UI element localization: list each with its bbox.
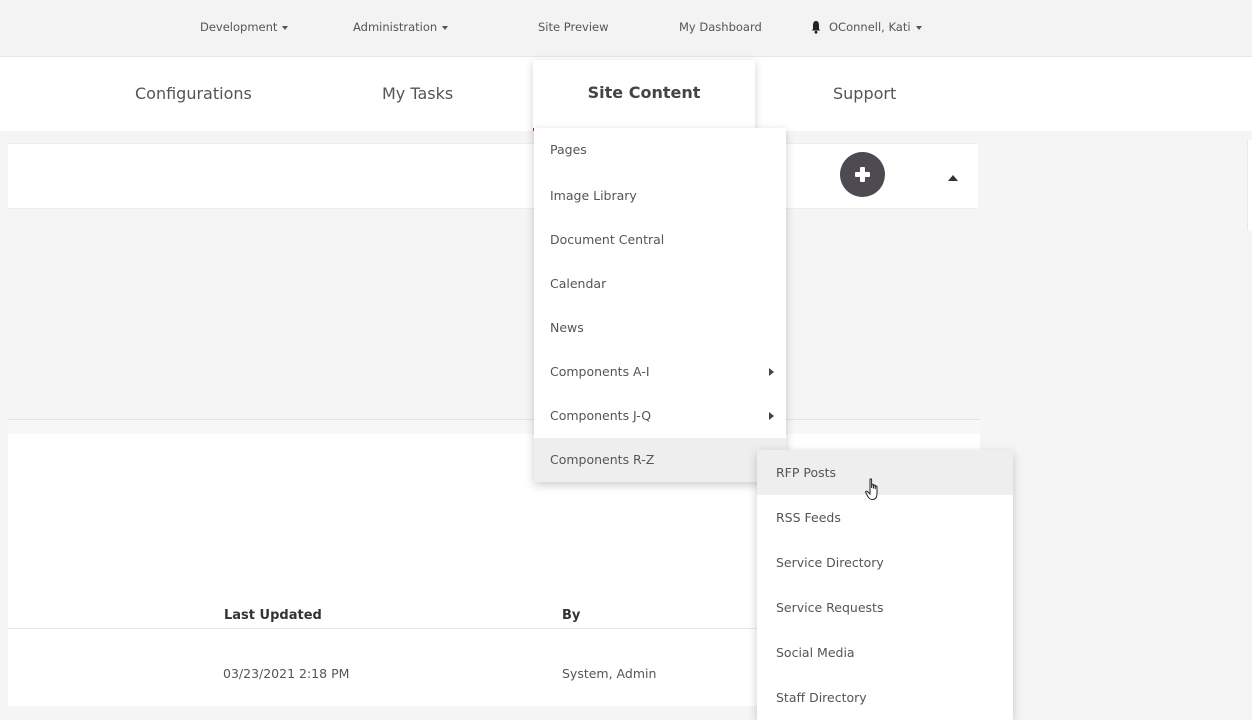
- submenu-item-staff-directory[interactable]: Staff Directory: [757, 675, 1013, 720]
- chevron-down-icon: [282, 25, 289, 30]
- submenu-item-rfp-posts[interactable]: RFP Posts: [757, 450, 1013, 495]
- chevron-down-icon: [915, 25, 922, 30]
- nav-site-content[interactable]: Site Content: [533, 60, 755, 131]
- nav-site-content-label: Site Content: [587, 83, 701, 102]
- my-dashboard-link[interactable]: My Dashboard: [679, 20, 762, 34]
- menu-item-label: Components R-Z: [550, 452, 655, 467]
- site-content-dropdown: Pages Image Library Document Central Cal…: [534, 128, 786, 482]
- menu-item-label: Components A-I: [550, 364, 650, 379]
- menu-item-document-central[interactable]: Document Central: [534, 218, 786, 262]
- chevron-down-icon: [442, 25, 449, 30]
- submenu-item-rss-feeds[interactable]: RSS Feeds: [757, 495, 1013, 540]
- administration-menu[interactable]: Administration: [353, 20, 449, 34]
- menu-item-label: Components J-Q: [550, 408, 652, 423]
- top-utility-bar: Development Administration Site Preview …: [0, 0, 1252, 57]
- chevron-right-icon: [769, 412, 774, 420]
- user-menu[interactable]: OConnell, Kati: [829, 20, 922, 34]
- cell-last-updated: 03/23/2021 2:18 PM: [223, 666, 350, 681]
- development-menu[interactable]: Development: [200, 20, 289, 34]
- hand-cursor-icon: [865, 478, 878, 501]
- menu-item-pages[interactable]: Pages: [534, 128, 786, 174]
- column-header-by[interactable]: By: [562, 608, 580, 623]
- add-button[interactable]: [840, 152, 885, 197]
- submenu-item-social-media[interactable]: Social Media: [757, 630, 1013, 675]
- collapse-icon[interactable]: [948, 175, 958, 181]
- administration-label: Administration: [353, 20, 438, 34]
- cell-by: System, Admin: [562, 666, 657, 681]
- nav-configurations[interactable]: Configurations: [135, 84, 252, 103]
- panel-divider: [8, 419, 980, 435]
- side-panel-edge: [1247, 140, 1252, 230]
- column-header-last-updated[interactable]: Last Updated: [224, 608, 322, 623]
- chevron-right-icon: [769, 368, 774, 376]
- nav-my-tasks[interactable]: My Tasks: [382, 84, 453, 103]
- submenu-item-service-directory[interactable]: Service Directory: [757, 540, 1013, 585]
- menu-item-components-j-q[interactable]: Components J-Q: [534, 394, 786, 438]
- development-label: Development: [200, 20, 278, 34]
- menu-item-components-a-i[interactable]: Components A-I: [534, 350, 786, 394]
- menu-item-news[interactable]: News: [534, 306, 786, 350]
- menu-item-calendar[interactable]: Calendar: [534, 262, 786, 306]
- components-r-z-submenu: RFP Posts RSS Feeds Service Directory Se…: [757, 450, 1013, 720]
- menu-item-image-library[interactable]: Image Library: [534, 174, 786, 218]
- nav-support[interactable]: Support: [833, 84, 896, 103]
- user-name: OConnell, Kati: [829, 20, 911, 34]
- bell-icon[interactable]: [811, 20, 821, 34]
- menu-item-components-r-z[interactable]: Components R-Z: [534, 438, 786, 482]
- panel-header: [8, 143, 978, 209]
- site-preview-link[interactable]: Site Preview: [538, 20, 609, 34]
- submenu-item-service-requests[interactable]: Service Requests: [757, 585, 1013, 630]
